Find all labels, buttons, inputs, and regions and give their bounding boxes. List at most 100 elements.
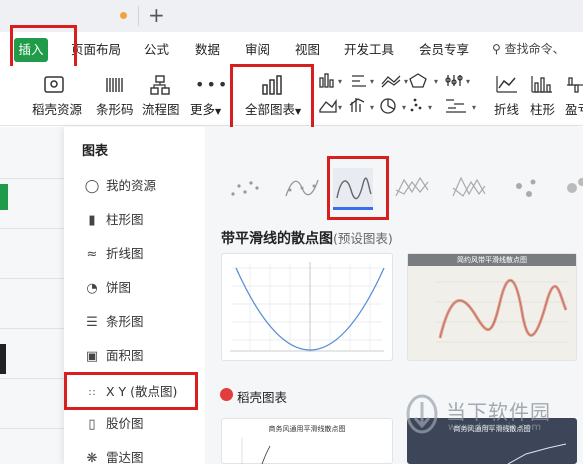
stock-chart-icon: ▯	[88, 417, 96, 432]
subtype-scatter-markers[interactable]	[225, 168, 265, 206]
sidebar-item-my-resources[interactable]: ◯ 我的资源	[84, 176, 156, 196]
sidebar-item-label: 面积图	[106, 348, 144, 363]
daoke-preview-chart	[241, 438, 271, 464]
sheet-gridline	[0, 278, 64, 279]
sidebar-title: 图表	[82, 144, 109, 159]
highlight-xy-scatter-box	[64, 372, 198, 410]
unsaved-dot-icon	[120, 12, 127, 19]
sidebar-item-label: 雷达图	[106, 450, 144, 464]
svg-text:▾: ▾	[428, 103, 432, 112]
menu-page-layout[interactable]: 页面布局	[71, 41, 121, 59]
sidebar-item-label: 柱形图	[106, 212, 144, 227]
ribbon-flowchart[interactable]: 流程图	[142, 102, 180, 118]
daoke-logo-icon	[220, 388, 233, 401]
bar-chart-icon: ☰	[86, 315, 98, 330]
menu-data[interactable]: 数据	[195, 41, 220, 59]
area-chart-icon: ▣	[85, 349, 99, 364]
barcode-icon	[106, 78, 123, 92]
search-command[interactable]: ⚲ 查找命令、	[492, 40, 565, 57]
svg-text:▾: ▾	[370, 103, 374, 112]
user-icon: ◯	[84, 179, 100, 194]
tab-strip	[0, 0, 583, 32]
sheet-dark-mark	[0, 344, 6, 374]
sheet-gridline	[0, 228, 64, 229]
chart-type-mini-grid[interactable]: ▾ ▾ ▾ ▾ ▾ ▾ ▾ ▾ ▾ ▾	[316, 72, 492, 120]
sidebar-item-area[interactable]: ▣ 面积图	[84, 346, 144, 366]
radar-chart-icon: ❋	[86, 451, 98, 464]
section-title: 带平滑线的散点图(预设图表)	[221, 228, 393, 248]
sidebar-item-stock[interactable]: ▯ 股价图	[84, 414, 144, 434]
simple-style-preview-chart	[408, 266, 576, 360]
sidebar-item-line[interactable]: ≈ 折线图	[84, 244, 144, 264]
menu-review[interactable]: 审阅	[245, 41, 270, 59]
highlight-smooth-line-box	[327, 156, 389, 220]
svg-text:▾: ▾	[466, 77, 470, 86]
ribbon-sparkline-column[interactable]: 柱形	[530, 102, 555, 118]
menu-member[interactable]: 会员专享	[419, 41, 469, 59]
sheet-green-mark	[0, 184, 8, 210]
sidebar-item-label: 我的资源	[106, 178, 157, 193]
new-tab-plus-icon[interactable]: +	[148, 3, 165, 27]
subtype-straight-line[interactable]	[449, 168, 489, 206]
highlight-all-charts-box	[230, 64, 314, 133]
parabola-preview-chart	[230, 262, 385, 352]
highlight-insert-box	[10, 25, 77, 71]
sparkline-column-icon	[531, 76, 552, 93]
sidebar-item-label: 饼图	[106, 280, 132, 295]
card-title: 商务风通用平滑线散点图	[268, 425, 346, 433]
line-chart-icon: ≈	[86, 247, 98, 262]
sparkline-winloss-icon	[567, 77, 583, 93]
subtype-3d-bubble[interactable]	[560, 168, 583, 206]
preset-chart-card[interactable]	[221, 253, 393, 361]
section-subtitle: (预设图表)	[333, 231, 393, 246]
ribbon-more[interactable]: 更多▼	[190, 102, 221, 120]
ribbon-daoke-resource[interactable]: 稻壳资源	[32, 102, 82, 118]
sidebar-item-column[interactable]: ▮ 柱形图	[84, 210, 144, 230]
svg-text:▾: ▾	[434, 77, 438, 86]
menu-formulas[interactable]: 公式	[144, 41, 169, 59]
ribbon-more-label: 更多	[190, 102, 216, 117]
menu-developer[interactable]: 开发工具	[344, 41, 394, 59]
daoke-resource-icon	[44, 76, 64, 93]
subtype-straight-markers[interactable]	[392, 168, 432, 206]
search-icon: ⚲	[492, 42, 501, 56]
sidebar-item-label: 折线图	[106, 246, 144, 261]
pie-chart-icon: ◔	[86, 281, 98, 296]
watermark-logo-icon	[406, 394, 438, 434]
subtype-smooth-markers[interactable]	[282, 168, 322, 206]
simple-style-chart-card[interactable]: 简约风带平滑线散点图	[407, 253, 577, 361]
svg-text:▾: ▾	[338, 103, 342, 112]
sheet-gridline	[0, 378, 64, 379]
sheet-gridline	[0, 328, 64, 329]
daoke-chart-card[interactable]: 商务风通用平滑线散点图	[221, 418, 393, 464]
sparkline-line-icon	[496, 76, 517, 93]
subtype-bubble[interactable]	[505, 168, 545, 206]
svg-text:▾: ▾	[404, 77, 408, 86]
sidebar-item-pie[interactable]: ◔ 饼图	[84, 278, 131, 298]
tab-divider	[138, 6, 139, 26]
search-placeholder: 查找命令、	[504, 42, 565, 56]
watermark-url: www.downxia.com	[448, 422, 542, 433]
watermark: 当下软件园 www.downxia.com	[402, 392, 583, 464]
chevron-down-icon: ▼	[215, 107, 222, 116]
ribbon-sparkline-line[interactable]: 折线	[494, 102, 519, 118]
menu-view[interactable]: 视图	[295, 41, 320, 59]
daoke-section-title: 稻壳图表	[237, 390, 288, 405]
sheet-gridline	[0, 178, 64, 179]
sidebar-item-radar[interactable]: ❋ 雷达图	[84, 448, 144, 464]
flowchart-icon	[150, 75, 170, 95]
sheet-gridline	[0, 428, 64, 429]
section-title-text: 带平滑线的散点图	[221, 231, 333, 247]
svg-text:▾: ▾	[472, 103, 476, 112]
sidebar-item-label: 股价图	[106, 416, 144, 431]
more-dots-icon: •••	[195, 75, 230, 94]
sidebar-item-label: 条形图	[106, 314, 144, 329]
card-title-bar: 简约风带平滑线散点图	[408, 254, 576, 266]
watermark-title: 当下软件园	[446, 400, 551, 424]
column-chart-icon: ▮	[88, 213, 96, 228]
ribbon-barcode[interactable]: 条形码	[96, 102, 134, 118]
ribbon-sparkline-winloss[interactable]: 盈亏	[565, 102, 583, 118]
sidebar-item-bar[interactable]: ☰ 条形图	[84, 312, 144, 332]
svg-text:▾: ▾	[370, 77, 374, 86]
svg-text:▾: ▾	[338, 77, 342, 86]
